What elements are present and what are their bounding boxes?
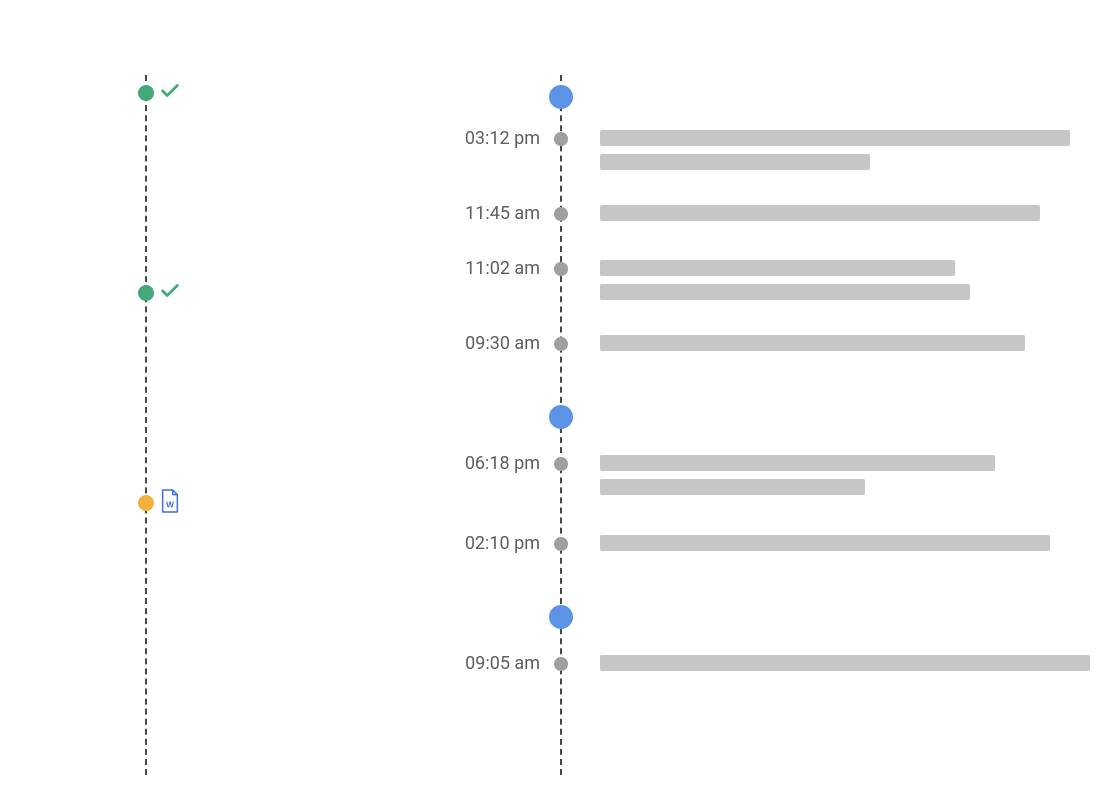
left-node-dot bbox=[138, 85, 154, 101]
section-marker bbox=[549, 405, 573, 429]
placeholder-bar bbox=[600, 455, 995, 471]
entry-time: 06:18 pm bbox=[410, 453, 540, 474]
entry-content bbox=[600, 205, 1090, 229]
placeholder-bar bbox=[600, 154, 870, 170]
timeline-entry: 11:45 am bbox=[410, 205, 1090, 255]
timeline-entry: 09:05 am bbox=[410, 655, 1090, 705]
placeholder-bar bbox=[600, 655, 1090, 671]
section-marker bbox=[549, 605, 573, 629]
entry-dot bbox=[554, 657, 568, 671]
check-icon bbox=[159, 280, 181, 302]
entry-content bbox=[600, 260, 1090, 308]
timeline-entry: 09:30 am bbox=[410, 335, 1090, 385]
timeline-entry: 03:12 pm bbox=[410, 130, 1090, 180]
entry-dot bbox=[554, 132, 568, 146]
placeholder-bar bbox=[600, 260, 955, 276]
left-node-dot bbox=[138, 285, 154, 301]
entry-time: 11:02 am bbox=[410, 258, 540, 279]
entry-dot bbox=[554, 337, 568, 351]
placeholder-bar bbox=[600, 205, 1040, 221]
entry-content bbox=[600, 130, 1090, 178]
entry-time: 11:45 am bbox=[410, 203, 540, 224]
entry-content bbox=[600, 335, 1090, 359]
entry-content bbox=[600, 655, 1090, 679]
left-timeline-axis bbox=[145, 75, 147, 775]
placeholder-bar bbox=[600, 284, 970, 300]
section-marker bbox=[549, 85, 573, 109]
timeline-entry: 11:02 am bbox=[410, 260, 1090, 310]
check-icon bbox=[159, 80, 181, 102]
placeholder-bar bbox=[600, 335, 1025, 351]
right-timeline: 03:12 pm 11:45 am 11:02 am 09:30 am bbox=[410, 75, 1090, 775]
timeline-entry: 06:18 pm bbox=[410, 455, 1090, 505]
entry-time: 09:30 am bbox=[410, 333, 540, 354]
entry-time: 02:10 pm bbox=[410, 533, 540, 554]
entry-time: 09:05 am bbox=[410, 653, 540, 674]
entry-dot bbox=[554, 262, 568, 276]
entry-content bbox=[600, 455, 1090, 503]
placeholder-bar bbox=[600, 479, 865, 495]
entry-dot bbox=[554, 207, 568, 221]
entry-dot bbox=[554, 537, 568, 551]
timeline-entry: 02:10 pm bbox=[410, 535, 1090, 585]
entry-content bbox=[600, 535, 1090, 559]
placeholder-bar bbox=[600, 130, 1070, 146]
left-timeline: W bbox=[145, 75, 205, 775]
entry-time: 03:12 pm bbox=[410, 128, 540, 149]
word-doc-icon: W bbox=[159, 488, 181, 514]
left-node-dot bbox=[138, 495, 154, 511]
entry-dot bbox=[554, 457, 568, 471]
svg-text:W: W bbox=[166, 500, 174, 509]
placeholder-bar bbox=[600, 535, 1050, 551]
